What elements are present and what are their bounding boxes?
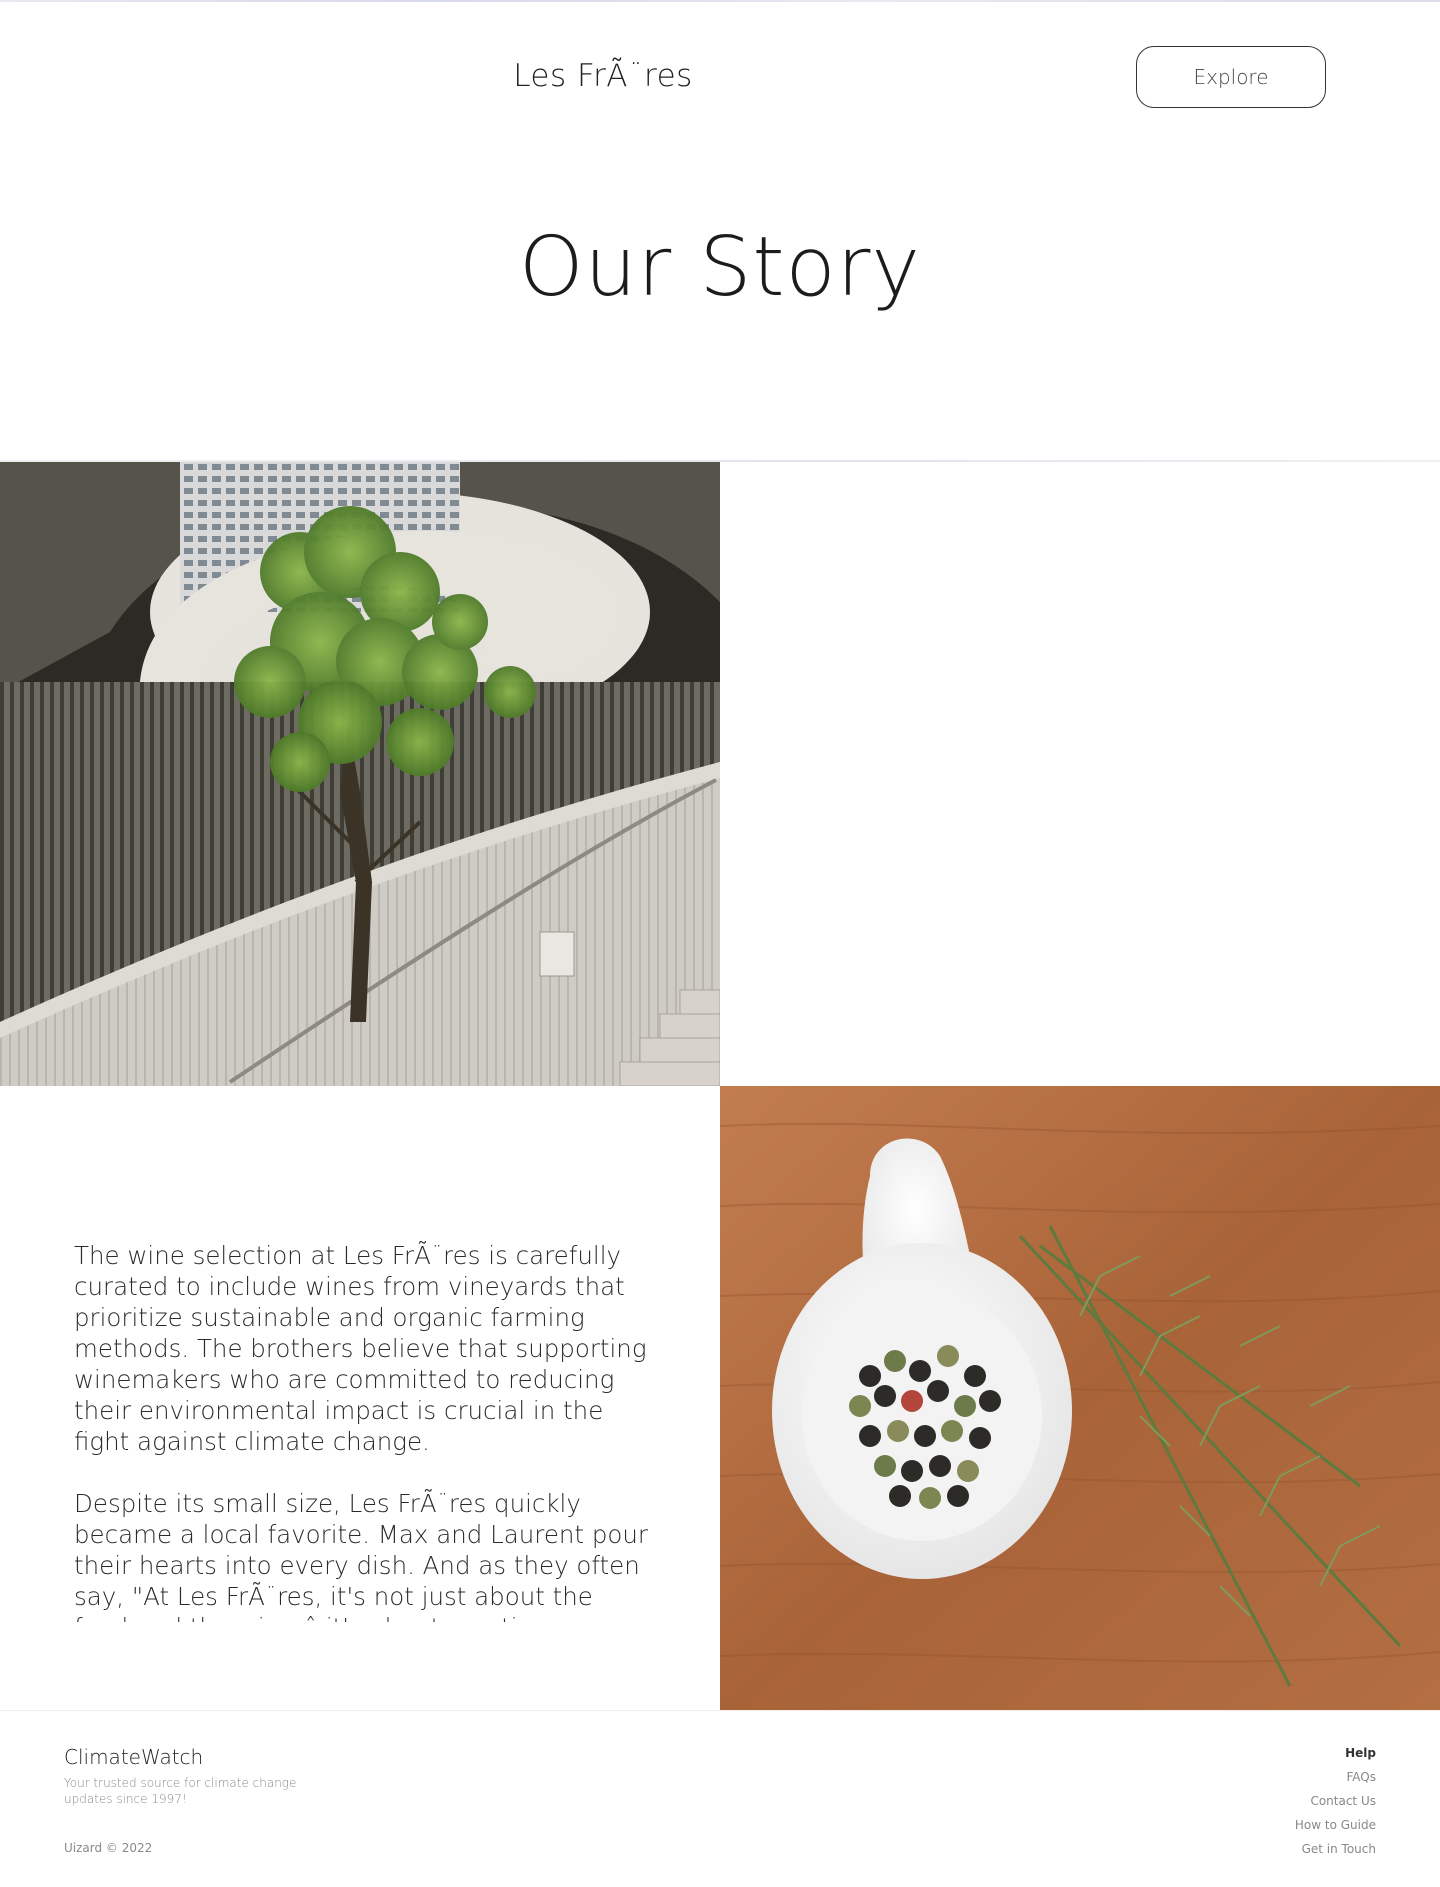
footer-tagline: Your trusted source for climate change u… [64,1776,297,1806]
explore-button[interactable]: Explore [1136,46,1326,108]
story-paragraph-1: The wine selection at Les FrÃ¨res is car… [74,1241,647,1456]
brand-logo[interactable]: Les FrÃ¨res [0,58,1206,94]
footer-link-how-to-guide[interactable]: How to Guide [1295,1813,1376,1837]
spices-illustration [720,1086,1440,1710]
footer-link-contact-us[interactable]: Contact Us [1295,1789,1376,1813]
page-title: Our Story [519,220,921,315]
footer-brand[interactable]: ClimateWatch [64,1745,203,1769]
footer-link-get-in-touch[interactable]: Get in Touch [1295,1837,1376,1861]
architecture-image [0,462,720,1086]
footer-link-faqs[interactable]: FAQs [1295,1765,1377,1789]
footer-copyright: Uizard © 2022 [64,1841,153,1855]
site-header: Les FrÃ¨res Explore Our Story [0,2,1440,462]
blank-panel [720,462,1440,1086]
story-paragraph-2: Despite its small size, Les FrÃ¨res quic… [74,1489,648,1622]
architecture-illustration [0,462,720,1086]
footer-links-heading: Help [1345,1746,1376,1760]
story-text: The wine selection at Les FrÃ¨res is car… [74,1240,654,1622]
story-section: The wine selection at Les FrÃ¨res is car… [0,1086,720,1710]
footer-help-links: Help FAQs Contact Us How to Guide Get in… [1295,1741,1376,1861]
spices-image [720,1086,1440,1710]
site-footer: ClimateWatch Your trusted source for cli… [0,1710,1440,1887]
